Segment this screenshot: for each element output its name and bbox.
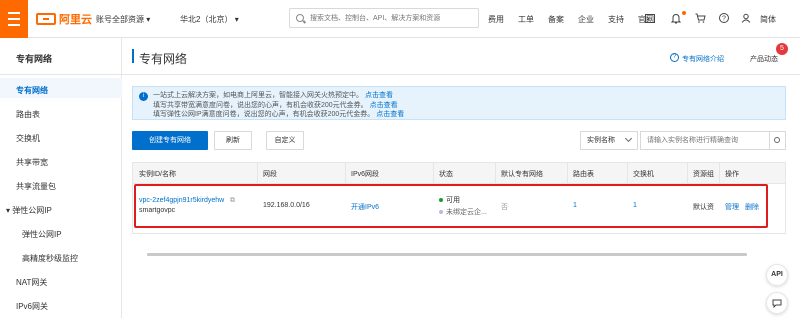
filter-field-select[interactable]: 实例名称 — [580, 131, 638, 150]
title-accent-bar — [132, 49, 134, 63]
create-vpc-button[interactable]: 创建专有网络 — [132, 131, 208, 150]
hamburger-icon — [8, 10, 20, 28]
column-divider — [495, 163, 496, 185]
question-circle-icon: ? — [670, 53, 679, 62]
nav-icp[interactable]: 备案 — [548, 14, 564, 25]
column-divider — [433, 163, 434, 185]
menu-button[interactable] — [0, 0, 28, 38]
bell-icon[interactable] — [670, 12, 682, 24]
column-header-cidr: 网段 — [263, 171, 277, 178]
column-header-actions: 操作 — [725, 171, 739, 178]
column-header-resource-group: 资源组 — [693, 171, 714, 178]
sidebar-title: 专有网络 — [16, 54, 53, 64]
notice-line-3: 填写弹性公网IP满意度问卷，说出您的心声，有机会收获200元代金券。 点击查看 — [153, 109, 404, 119]
column-divider — [687, 163, 688, 185]
filter-field-label: 实例名称 — [587, 137, 615, 144]
column-header-vswitch: 交换机 — [633, 171, 654, 178]
product-news-link[interactable]: 产品动态 — [750, 54, 778, 64]
sidebar-item-hd-monitoring[interactable]: 高精度秒级监控 — [22, 253, 78, 264]
logo-text: 阿里云 — [59, 14, 92, 26]
global-search-input[interactable] — [310, 12, 475, 25]
sidebar-item-eip-group-label: 弹性公网IP — [12, 206, 52, 215]
svg-text:?: ? — [722, 16, 726, 23]
horizontal-scrollbar[interactable] — [147, 253, 747, 256]
main-content: 专有网络 ? 专有网络介绍 产品动态 5 i 一站式上云解决方案，如电商上阿里云… — [122, 38, 800, 318]
account-resource-label: 账号全部资源 — [96, 15, 144, 24]
sidebar-item-vpc[interactable]: 专有网络 — [16, 85, 48, 96]
sidebar-item-eip[interactable]: 弹性公网IP — [22, 229, 62, 240]
title-divider — [122, 74, 800, 75]
nav-tickets[interactable]: 工单 — [518, 14, 534, 25]
sidebar-divider — [0, 74, 122, 75]
customize-columns-button[interactable]: 自定义 — [266, 131, 304, 150]
filter-search-button[interactable] — [770, 131, 786, 150]
chevron-down-icon — [624, 134, 633, 143]
product-news-count-badge: 5 — [776, 43, 788, 55]
notice-line-3-text: 填写弹性公网IP满意度问卷，说出您的心声，有机会收获200元代金券。 — [153, 111, 375, 118]
sidebar-item-route-table[interactable]: 路由表 — [16, 109, 40, 120]
vpc-intro-link[interactable]: 专有网络介绍 — [682, 54, 724, 64]
sidebar: 专有网络 专有网络 路由表 交换机 共享带宽 共享流量包 ▾ 弹性公网IP 弹性… — [0, 38, 122, 318]
notice-line-2-link[interactable]: 点击查看 — [370, 102, 398, 109]
sidebar-item-ipv6-gateway[interactable]: IPv6网关 — [16, 301, 48, 312]
notice-line-1-link[interactable]: 点击查看 — [365, 92, 393, 99]
notice-line-1-text: 一站式上云解决方案，如电商上阿里云，智能接入网关火热预定中。 — [153, 92, 363, 99]
aliyun-logo-icon — [36, 13, 56, 25]
account-resource-select[interactable]: 账号全部资源 ▾ — [96, 14, 150, 25]
table-header: 实例ID/名称 网段 IPv6网段 状态 默认专有网络 路由表 交换机 资源组 … — [132, 162, 786, 185]
cart-icon[interactable] — [694, 12, 706, 24]
filter-search-box[interactable] — [640, 131, 770, 150]
help-icon[interactable]: ? — [718, 12, 730, 24]
column-header-instance: 实例ID/名称 — [139, 171, 176, 178]
nav-billing[interactable]: 费用 — [488, 14, 504, 25]
column-divider — [627, 163, 628, 185]
nav-support[interactable]: 支持 — [608, 14, 624, 25]
column-divider — [719, 163, 720, 185]
region-select[interactable]: 华北2（北京） ▾ — [180, 14, 239, 25]
page-title: 专有网络 — [139, 52, 188, 66]
region-label: 华北2（北京） — [180, 15, 233, 24]
refresh-button[interactable]: 刷新 — [214, 131, 252, 150]
user-icon[interactable] — [740, 12, 752, 24]
notice-line-2-text: 填写共享带宽满意度问卷，说出您的心声，有机会收获200元代金券。 — [153, 102, 368, 109]
api-float-button[interactable]: API — [766, 264, 788, 286]
sidebar-item-nat-gateway[interactable]: NAT网关 — [16, 277, 47, 288]
search-icon — [774, 137, 780, 143]
filter-search-input[interactable] — [647, 133, 767, 148]
notice-line-1: 一站式上云解决方案，如电商上阿里云，智能接入网关火热预定中。 点击查看 — [153, 90, 393, 100]
terminal-icon[interactable] — [644, 12, 656, 24]
sidebar-item-shared-bandwidth[interactable]: 共享带宽 — [16, 157, 48, 168]
top-bar: 阿里云 账号全部资源 ▾ 华北2（北京） ▾ 费用 工单 备案 企业 支持 官网… — [0, 0, 800, 38]
top-nav-links: 费用 工单 备案 企业 支持 官网 — [488, 14, 654, 25]
sidebar-item-shared-data-transfer[interactable]: 共享流量包 — [16, 181, 56, 192]
sidebar-item-eip-group[interactable]: ▾ 弹性公网IP — [6, 205, 52, 216]
column-divider — [567, 163, 568, 185]
global-search[interactable] — [289, 8, 479, 28]
search-icon — [296, 14, 304, 22]
column-divider — [257, 163, 258, 185]
column-header-ipv6: IPv6网段 — [351, 171, 380, 178]
expand-caret-icon: ▾ — [6, 206, 11, 215]
column-divider — [345, 163, 346, 185]
caret-down-icon: ▾ — [146, 15, 151, 24]
info-icon: i — [139, 92, 148, 101]
sidebar-item-vswitch[interactable]: 交换机 — [16, 133, 40, 144]
aliyun-logo[interactable]: 阿里云 — [36, 11, 92, 27]
language-switch[interactable]: 简体 — [760, 14, 776, 25]
highlight-box — [134, 184, 768, 228]
chat-float-button[interactable] — [766, 292, 788, 314]
notification-dot — [682, 11, 686, 15]
column-header-route-table: 路由表 — [573, 171, 594, 178]
column-header-default: 默认专有网络 — [501, 171, 543, 178]
chat-icon — [772, 299, 782, 309]
notice-banner: i 一站式上云解决方案，如电商上阿里云，智能接入网关火热预定中。 点击查看 填写… — [132, 86, 786, 120]
nav-enterprise[interactable]: 企业 — [578, 14, 594, 25]
caret-down-icon: ▾ — [234, 15, 239, 24]
notice-line-3-link[interactable]: 点击查看 — [376, 111, 404, 118]
column-header-status: 状态 — [439, 171, 453, 178]
